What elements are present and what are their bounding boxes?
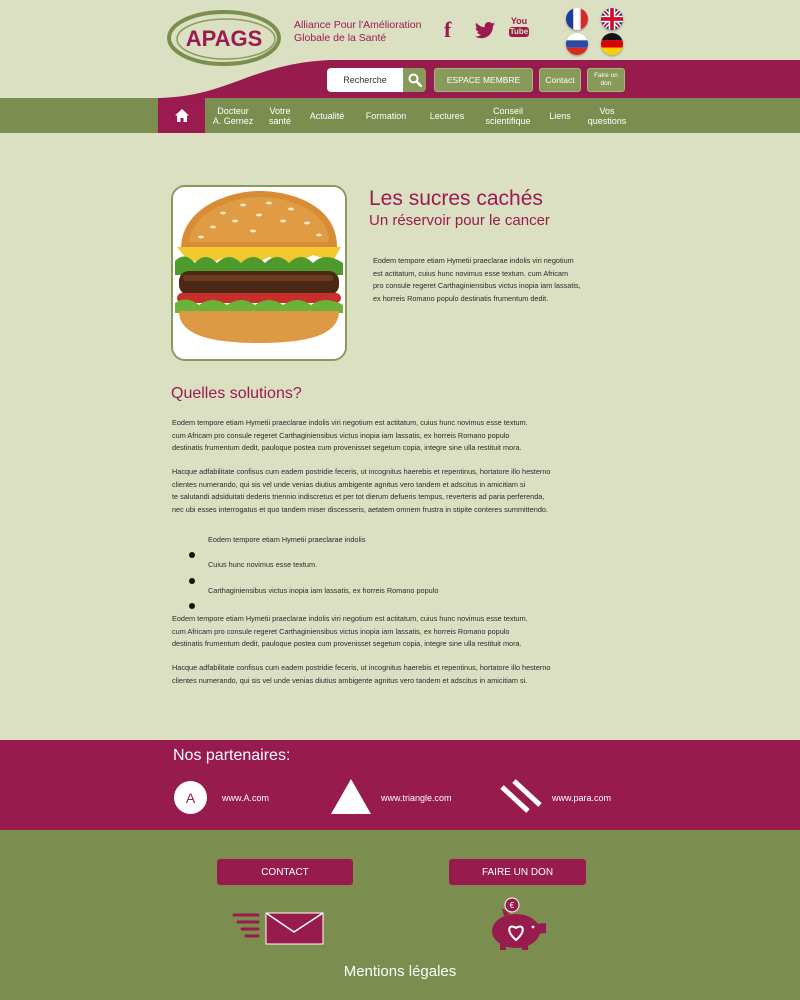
flag-germany-icon[interactable] xyxy=(601,33,623,55)
partner-triangle-logo[interactable] xyxy=(330,778,372,815)
section-title: Quelles solutions? xyxy=(171,385,302,402)
partners-title: Nos partenaires: xyxy=(173,747,291,764)
contact-header-label: Contact xyxy=(545,75,575,85)
youtube-you: You xyxy=(510,16,528,26)
partner-triangle-link[interactable]: www.triangle.com xyxy=(381,793,452,803)
donate-header-line1: Faire un xyxy=(594,72,618,79)
search-button[interactable] xyxy=(403,68,426,92)
search-placeholder: Recherche xyxy=(343,75,387,85)
nav-questions-line2: questions xyxy=(587,115,627,126)
burger-image xyxy=(171,185,347,361)
facebook-glyph: f xyxy=(444,17,452,42)
home-icon xyxy=(174,109,189,122)
paragraph-line: nec ubi esses interrogatus et quo tandem… xyxy=(172,504,548,514)
paragraph-1: Eodem tempore etiam Hymetii praeclarae i… xyxy=(172,417,572,455)
paragraph-line: clientes numerando, qui sis vel unde ven… xyxy=(172,479,526,489)
nav-item-lectures[interactable]: Lectures xyxy=(423,98,471,133)
intro-line: pro consule regeret Carthaginiensibus vi… xyxy=(373,281,581,291)
intro-line: est actitatum, cuius hunc novimus esse t… xyxy=(373,268,569,278)
nav-item-liens[interactable]: Liens xyxy=(544,98,576,133)
nav-liens-label: Liens xyxy=(549,110,571,121)
paragraph-line: Hacque adfabilitate confisus cum eadem p… xyxy=(172,663,551,672)
nav-conseil-line1: Conseil xyxy=(492,105,523,116)
article-subtitle: Un réservoir pour le cancer xyxy=(369,212,550,229)
paragraph-line: Eodem tempore etiam Hymetii praeclarae i… xyxy=(172,614,528,623)
nav-actualite-label: Actualité xyxy=(309,110,345,121)
nav-sante-line1: Votre xyxy=(269,105,291,116)
flag-uk-icon[interactable] xyxy=(601,8,623,30)
tagline: Alliance Pour l'Amélioration Globale de … xyxy=(294,19,434,45)
article-intro: Eodem tempore etiam Hymetii praeclarae i… xyxy=(373,255,593,305)
bullet-dot xyxy=(189,578,195,584)
tagline-line1: Alliance Pour l'Amélioration xyxy=(294,19,422,31)
legal-notice-link[interactable]: Mentions légales xyxy=(0,963,800,980)
intro-line: ex horreis Romano populo destinatis frum… xyxy=(373,293,549,303)
paragraph-2: Hacque adfabilitate confisus cum eadem p… xyxy=(172,466,572,516)
contact-footer-label: CONTACT xyxy=(261,866,309,878)
nav-docteur-line1: Docteur xyxy=(217,105,249,116)
list-item: Cuius hunc novimus esse textum. xyxy=(208,560,318,569)
paragraph-line: cum Africam pro consule regeret Carthagi… xyxy=(172,626,510,636)
list-item: Eodem tempore etiam Hymetii praeclarae i… xyxy=(208,535,366,544)
nav-docteur-line2: A. Gernez xyxy=(212,115,254,126)
nav-item-docteur[interactable]: Docteur A. Gernez xyxy=(205,98,261,133)
paragraph-3: Eodem tempore etiam Hymetii praeclarae i… xyxy=(172,613,572,651)
bullet-dot xyxy=(189,603,195,609)
nav-lectures-label: Lectures xyxy=(429,110,465,121)
nav-questions-line1: Vos xyxy=(599,105,615,116)
paragraph-line: te salutandi adsiduitati dederis trienni… xyxy=(172,492,545,502)
nav-item-questions[interactable]: Vos questions xyxy=(583,98,631,133)
donate-header-button[interactable]: Faire un don xyxy=(587,68,625,92)
twitter-icon[interactable] xyxy=(474,16,496,44)
article-title: Les sucres cachés xyxy=(369,187,543,210)
paragraph-line: destinatis frumentum dedit, pauloque pos… xyxy=(172,443,522,453)
logo-text: APAGS xyxy=(186,26,263,51)
paragraph-line: destinatis frumentum dedit, pauloque pos… xyxy=(172,639,522,649)
intro-line: Eodem tempore etiam Hymetii praeclarae i… xyxy=(373,256,574,265)
bullet-dot xyxy=(189,552,195,558)
flag-france-icon[interactable] xyxy=(566,8,588,30)
paragraph-line: Hacque adfabilitate confisus cum eadem p… xyxy=(172,467,551,476)
nav-conseil-line2: scientifique xyxy=(485,115,531,126)
coin-symbol: € xyxy=(509,901,514,910)
partner-para-logo[interactable] xyxy=(500,779,542,813)
member-area-button[interactable]: ESPACE MEMBRE xyxy=(434,68,533,92)
list-item: Carthaginiensibus victus inopia iam lass… xyxy=(208,586,439,595)
nav-item-formation[interactable]: Formation xyxy=(358,98,414,133)
nav-item-conseil[interactable]: Conseil scientifique xyxy=(481,98,535,133)
paragraph-line: cum Africam pro consule regeret Carthagi… xyxy=(172,430,510,440)
donate-header-line2: don xyxy=(600,80,612,87)
paragraph-line: Eodem tempore etiam Hymetii praeclarae i… xyxy=(172,418,528,427)
page: APAGS Alliance Pour l'Amélioration Globa… xyxy=(0,0,800,1000)
nav-home-button[interactable] xyxy=(158,98,205,133)
nav-sante-line2: santé xyxy=(268,115,292,126)
paragraph-4: Hacque adfabilitate confisus cum eadem p… xyxy=(172,662,572,687)
youtube-icon[interactable]: You Tube xyxy=(509,16,529,44)
partners-section xyxy=(0,740,800,830)
contact-header-button[interactable]: Contact xyxy=(539,68,581,92)
member-area-label: ESPACE MEMBRE xyxy=(446,75,521,85)
partner-a-logo[interactable]: A xyxy=(174,781,207,814)
search-input[interactable]: Recherche xyxy=(327,68,403,92)
facebook-icon[interactable]: f xyxy=(444,16,458,44)
partner-a-letter: A xyxy=(185,789,196,806)
youtube-tube: Tube xyxy=(509,27,529,37)
nav-formation-label: Formation xyxy=(365,110,407,121)
search-icon xyxy=(408,73,422,87)
partner-a-link[interactable]: www.A.com xyxy=(222,793,269,803)
contact-footer-button[interactable]: CONTACT xyxy=(217,859,353,885)
nav-item-actualite[interactable]: Actualité xyxy=(302,98,352,133)
donate-footer-label: FAIRE UN DON xyxy=(481,866,554,878)
piggy-bank-icon[interactable]: € xyxy=(488,896,552,952)
flag-russia-icon[interactable] xyxy=(566,33,588,55)
paragraph-line: clientes numerando, qui sis vel unde ven… xyxy=(172,675,528,685)
envelope-icon[interactable] xyxy=(232,910,326,946)
partner-para-link[interactable]: www.para.com xyxy=(552,793,611,803)
apags-logo[interactable]: APAGS xyxy=(166,8,282,68)
donate-footer-button[interactable]: FAIRE UN DON xyxy=(449,859,586,885)
tagline-line2: Globale de la Santé xyxy=(294,32,387,44)
nav-item-sante[interactable]: Votre santé xyxy=(261,98,299,133)
